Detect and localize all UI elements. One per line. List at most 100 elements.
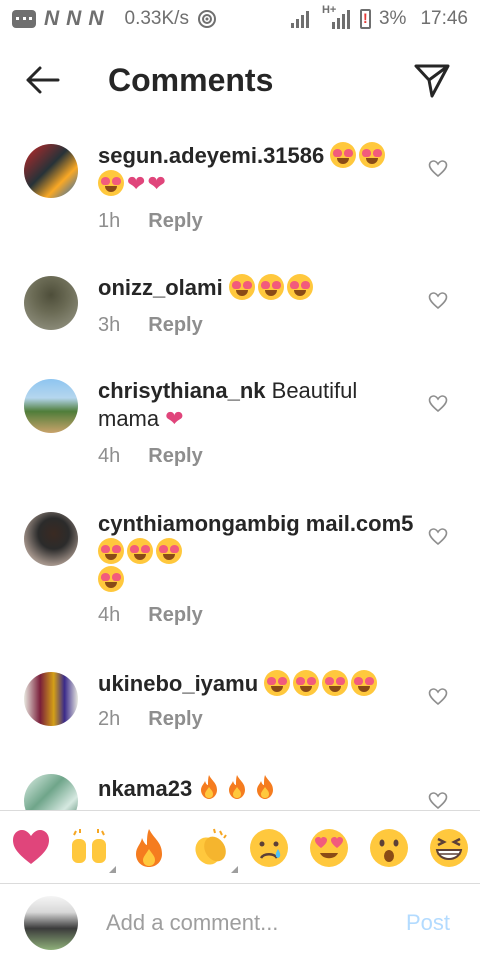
battery-icon bbox=[359, 9, 371, 29]
raising-hands-icon bbox=[72, 829, 106, 863]
fire-emoji bbox=[229, 775, 246, 799]
heart-eyes-emoji bbox=[264, 670, 291, 696]
comment-item: cynthiamongambig mail.com5 4h Reply bbox=[0, 510, 480, 640]
post-button[interactable]: Post bbox=[406, 910, 450, 936]
skin-tone-indicator bbox=[231, 866, 238, 873]
heart-eyes-emoji bbox=[98, 566, 124, 592]
clapping-hands-icon bbox=[195, 828, 227, 865]
comment-username[interactable]: nkama23 bbox=[98, 776, 192, 801]
avatar[interactable] bbox=[24, 276, 78, 330]
comment-username[interactable]: segun.adeyemi.31586 bbox=[98, 143, 324, 168]
like-heart-icon[interactable] bbox=[428, 159, 448, 179]
status-bar: N N N 0.33K/s H+ 3% 17:46 bbox=[0, 0, 480, 38]
comment-username[interactable]: onizz_olami bbox=[98, 275, 223, 300]
avatar[interactable] bbox=[24, 379, 78, 433]
carrier-icon: N bbox=[44, 7, 59, 30]
net-speed: 0.33K/s bbox=[124, 8, 189, 29]
comment-meta: 4h Reply bbox=[98, 445, 203, 468]
heart-eyes-emoji bbox=[286, 274, 313, 300]
like-heart-icon[interactable] bbox=[428, 394, 448, 414]
carrier-icon: N bbox=[88, 7, 103, 30]
comments-header: Comments bbox=[0, 38, 480, 122]
battery-level: 3% bbox=[378, 8, 407, 29]
comment-body: chrisythiana_nk Beautiful mama ❤ bbox=[98, 377, 414, 433]
comment-meta: 1h Reply bbox=[98, 210, 203, 233]
comment-username[interactable]: chrisythiana_nk bbox=[98, 378, 266, 403]
reply-button[interactable]: Reply bbox=[148, 210, 202, 233]
status-right: H+ 3% 17:46 bbox=[290, 4, 468, 30]
astonished-face-emoji-button[interactable] bbox=[368, 827, 410, 869]
comment-meta: 4h Reply bbox=[98, 604, 203, 627]
comment-time: 1h bbox=[98, 210, 121, 232]
heart-eyes-emoji bbox=[257, 274, 284, 300]
comment-composer: Post bbox=[0, 884, 480, 960]
my-avatar bbox=[24, 896, 78, 950]
like-heart-icon[interactable] bbox=[428, 791, 448, 810]
comment-body: onizz_olami bbox=[98, 274, 414, 302]
reply-button[interactable]: Reply bbox=[148, 314, 202, 337]
comment-item: onizz_olami 3h Reply bbox=[0, 272, 480, 342]
red-heart-emoji-button[interactable] bbox=[10, 827, 52, 869]
reply-button[interactable]: Reply bbox=[148, 604, 202, 627]
heart-eyes-emoji bbox=[359, 142, 386, 168]
heart-eyes-emoji bbox=[156, 538, 182, 564]
heart-eyes-emoji-button[interactable] bbox=[308, 827, 350, 869]
pink-heart-emoji: ❤ bbox=[127, 171, 146, 196]
avatar[interactable] bbox=[24, 774, 78, 810]
hotspot-icon bbox=[197, 10, 216, 28]
pink-heart-emoji: ❤ bbox=[147, 171, 166, 196]
reply-button[interactable]: Reply bbox=[148, 708, 202, 731]
avatar[interactable] bbox=[24, 672, 78, 726]
clapping-hands-emoji-button[interactable] bbox=[190, 827, 238, 873]
comment-body: nkama23 bbox=[98, 774, 414, 803]
comment-body: segun.adeyemi.31586 ❤❤ bbox=[98, 142, 414, 198]
like-heart-icon[interactable] bbox=[428, 291, 448, 311]
skin-tone-indicator bbox=[109, 866, 116, 873]
raising-hands-emoji-button[interactable] bbox=[68, 827, 116, 873]
comment-item: ukinebo_iyamu 2h Reply bbox=[0, 670, 480, 740]
crying-face-emoji-button[interactable] bbox=[248, 827, 290, 869]
comment-username[interactable]: ukinebo_iyamu bbox=[98, 671, 258, 696]
heart-eyes-emoji bbox=[228, 274, 255, 300]
emoji-quick-bar bbox=[0, 810, 480, 884]
like-heart-icon[interactable] bbox=[428, 687, 448, 707]
heart-eyes-emoji bbox=[98, 170, 124, 196]
status-left: N N N 0.33K/s bbox=[12, 7, 217, 31]
signal-icon bbox=[290, 11, 309, 28]
avatar[interactable] bbox=[24, 512, 78, 566]
comment-body: ukinebo_iyamu bbox=[98, 670, 414, 698]
chat-notification-icon bbox=[12, 10, 36, 28]
comment-meta: 2h Reply bbox=[98, 708, 203, 731]
heart-eyes-emoji bbox=[322, 670, 349, 696]
fire-emoji-button[interactable] bbox=[128, 827, 170, 869]
reply-button[interactable]: Reply bbox=[148, 445, 202, 468]
avatar[interactable] bbox=[24, 144, 78, 198]
carrier-icon: N bbox=[66, 7, 81, 30]
pink-heart-emoji: ❤ bbox=[165, 406, 184, 431]
arrow-left-icon[interactable] bbox=[22, 60, 62, 100]
comment-time: 3h bbox=[98, 314, 121, 336]
grinning-squinting-face-emoji-button[interactable] bbox=[428, 827, 470, 869]
heart-eyes-emoji bbox=[351, 670, 378, 696]
fire-emoji bbox=[201, 775, 218, 799]
like-heart-icon[interactable] bbox=[428, 527, 448, 547]
comment-time: 2h bbox=[98, 708, 121, 730]
comment-meta: 3h Reply bbox=[98, 314, 203, 337]
mobile-data-icon: H+ bbox=[322, 4, 352, 30]
heart-eyes-emoji bbox=[98, 538, 124, 564]
fire-emoji bbox=[257, 775, 274, 799]
comment-time: 4h bbox=[98, 604, 121, 626]
comment-item: nkama23 bbox=[0, 774, 480, 810]
paper-plane-icon[interactable] bbox=[412, 60, 452, 100]
heart-eyes-emoji bbox=[293, 670, 320, 696]
comment-body: cynthiamongambig mail.com5 bbox=[98, 510, 414, 594]
heart-eyes-emoji bbox=[127, 538, 153, 564]
comment-username[interactable]: cynthiamongambig mail.com5 bbox=[98, 511, 413, 536]
comment-time: 4h bbox=[98, 445, 121, 467]
comment-item: segun.adeyemi.31586 ❤❤ 1h Reply bbox=[0, 142, 480, 252]
comment-item: chrisythiana_nk Beautiful mama ❤ 4h Repl… bbox=[0, 377, 480, 477]
page-title: Comments bbox=[108, 62, 274, 98]
clock: 17:46 bbox=[420, 8, 468, 29]
heart-eyes-emoji bbox=[330, 142, 357, 168]
comment-input[interactable] bbox=[106, 906, 386, 940]
